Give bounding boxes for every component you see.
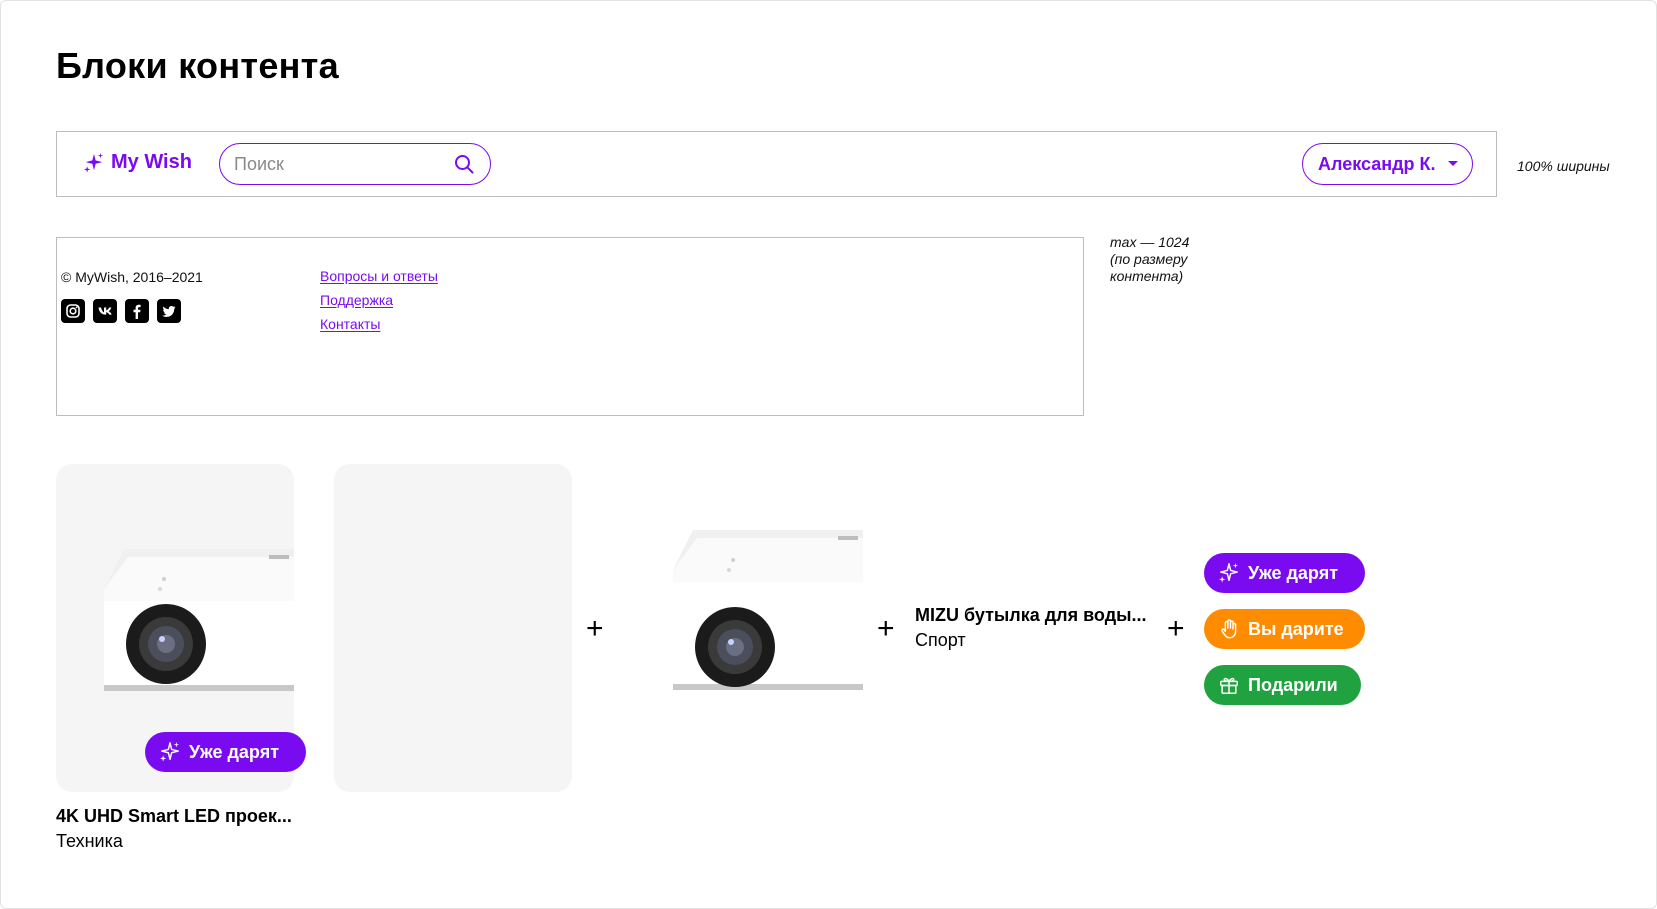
gift-icon <box>1220 677 1238 694</box>
facebook-icon[interactable] <box>125 299 149 323</box>
link-support[interactable]: Поддержка <box>320 292 438 308</box>
link-faq[interactable]: Вопросы и ответы <box>320 268 438 284</box>
social-links <box>61 299 181 323</box>
status-label: Уже дарят <box>1248 562 1339 583</box>
user-menu-button[interactable]: Александр К. <box>1302 143 1473 185</box>
plus-sign: + <box>586 612 604 645</box>
status-badge[interactable]: Уже дарят <box>145 732 306 772</box>
user-name: Александр К. <box>1318 153 1436 174</box>
product-name[interactable]: MIZU бутылка для воды... <box>915 605 1147 626</box>
status-label: Уже дарят <box>189 741 280 762</box>
search-input[interactable] <box>234 153 444 175</box>
logo[interactable]: My Wish <box>83 151 192 174</box>
sparkle-icon <box>159 741 180 762</box>
instagram-icon[interactable] <box>61 299 85 323</box>
chevron-down-icon <box>1448 161 1458 166</box>
status-badge-you-give[interactable]: Вы дарите <box>1204 609 1365 649</box>
product-name[interactable]: 4K UHD Smart LED проек... <box>56 806 292 827</box>
product-card-placeholder <box>334 464 572 792</box>
sparkle-icon <box>83 152 104 173</box>
sparkle-icon <box>1218 562 1239 583</box>
plus-sign: + <box>1167 612 1185 645</box>
link-contacts[interactable]: Контакты <box>320 316 438 332</box>
hand-icon <box>1221 619 1237 639</box>
status-badge-giving[interactable]: Уже дарят <box>1204 553 1365 593</box>
product-image <box>104 549 294 691</box>
page-title: Блоки контента <box>56 45 339 86</box>
header-block: My Wish Александр К. <box>56 131 1497 197</box>
vk-icon[interactable] <box>93 299 117 323</box>
status-label: Вы дарите <box>1248 618 1344 639</box>
twitter-icon[interactable] <box>157 299 181 323</box>
product-category: Спорт <box>915 630 966 650</box>
logo-text: My Wish <box>111 151 192 173</box>
status-badge-gifted[interactable]: Подарили <box>1204 665 1361 705</box>
footer-links: Вопросы и ответы Поддержка Контакты <box>320 268 438 332</box>
status-label: Подарили <box>1248 674 1338 695</box>
product-category: Техника <box>56 831 123 851</box>
search-icon[interactable] <box>454 154 474 174</box>
plus-sign: + <box>877 612 895 645</box>
footer-width-note: max — 1024 (по размеру контента) <box>1110 234 1190 284</box>
footer-block: © MyWish, 2016–2021 Вопросы и ответы Под… <box>56 237 1084 416</box>
copyright: © MyWish, 2016–2021 <box>61 269 203 285</box>
search-field[interactable] <box>219 143 491 185</box>
product-image <box>673 530 863 690</box>
header-width-note: 100% ширины <box>1517 158 1610 174</box>
